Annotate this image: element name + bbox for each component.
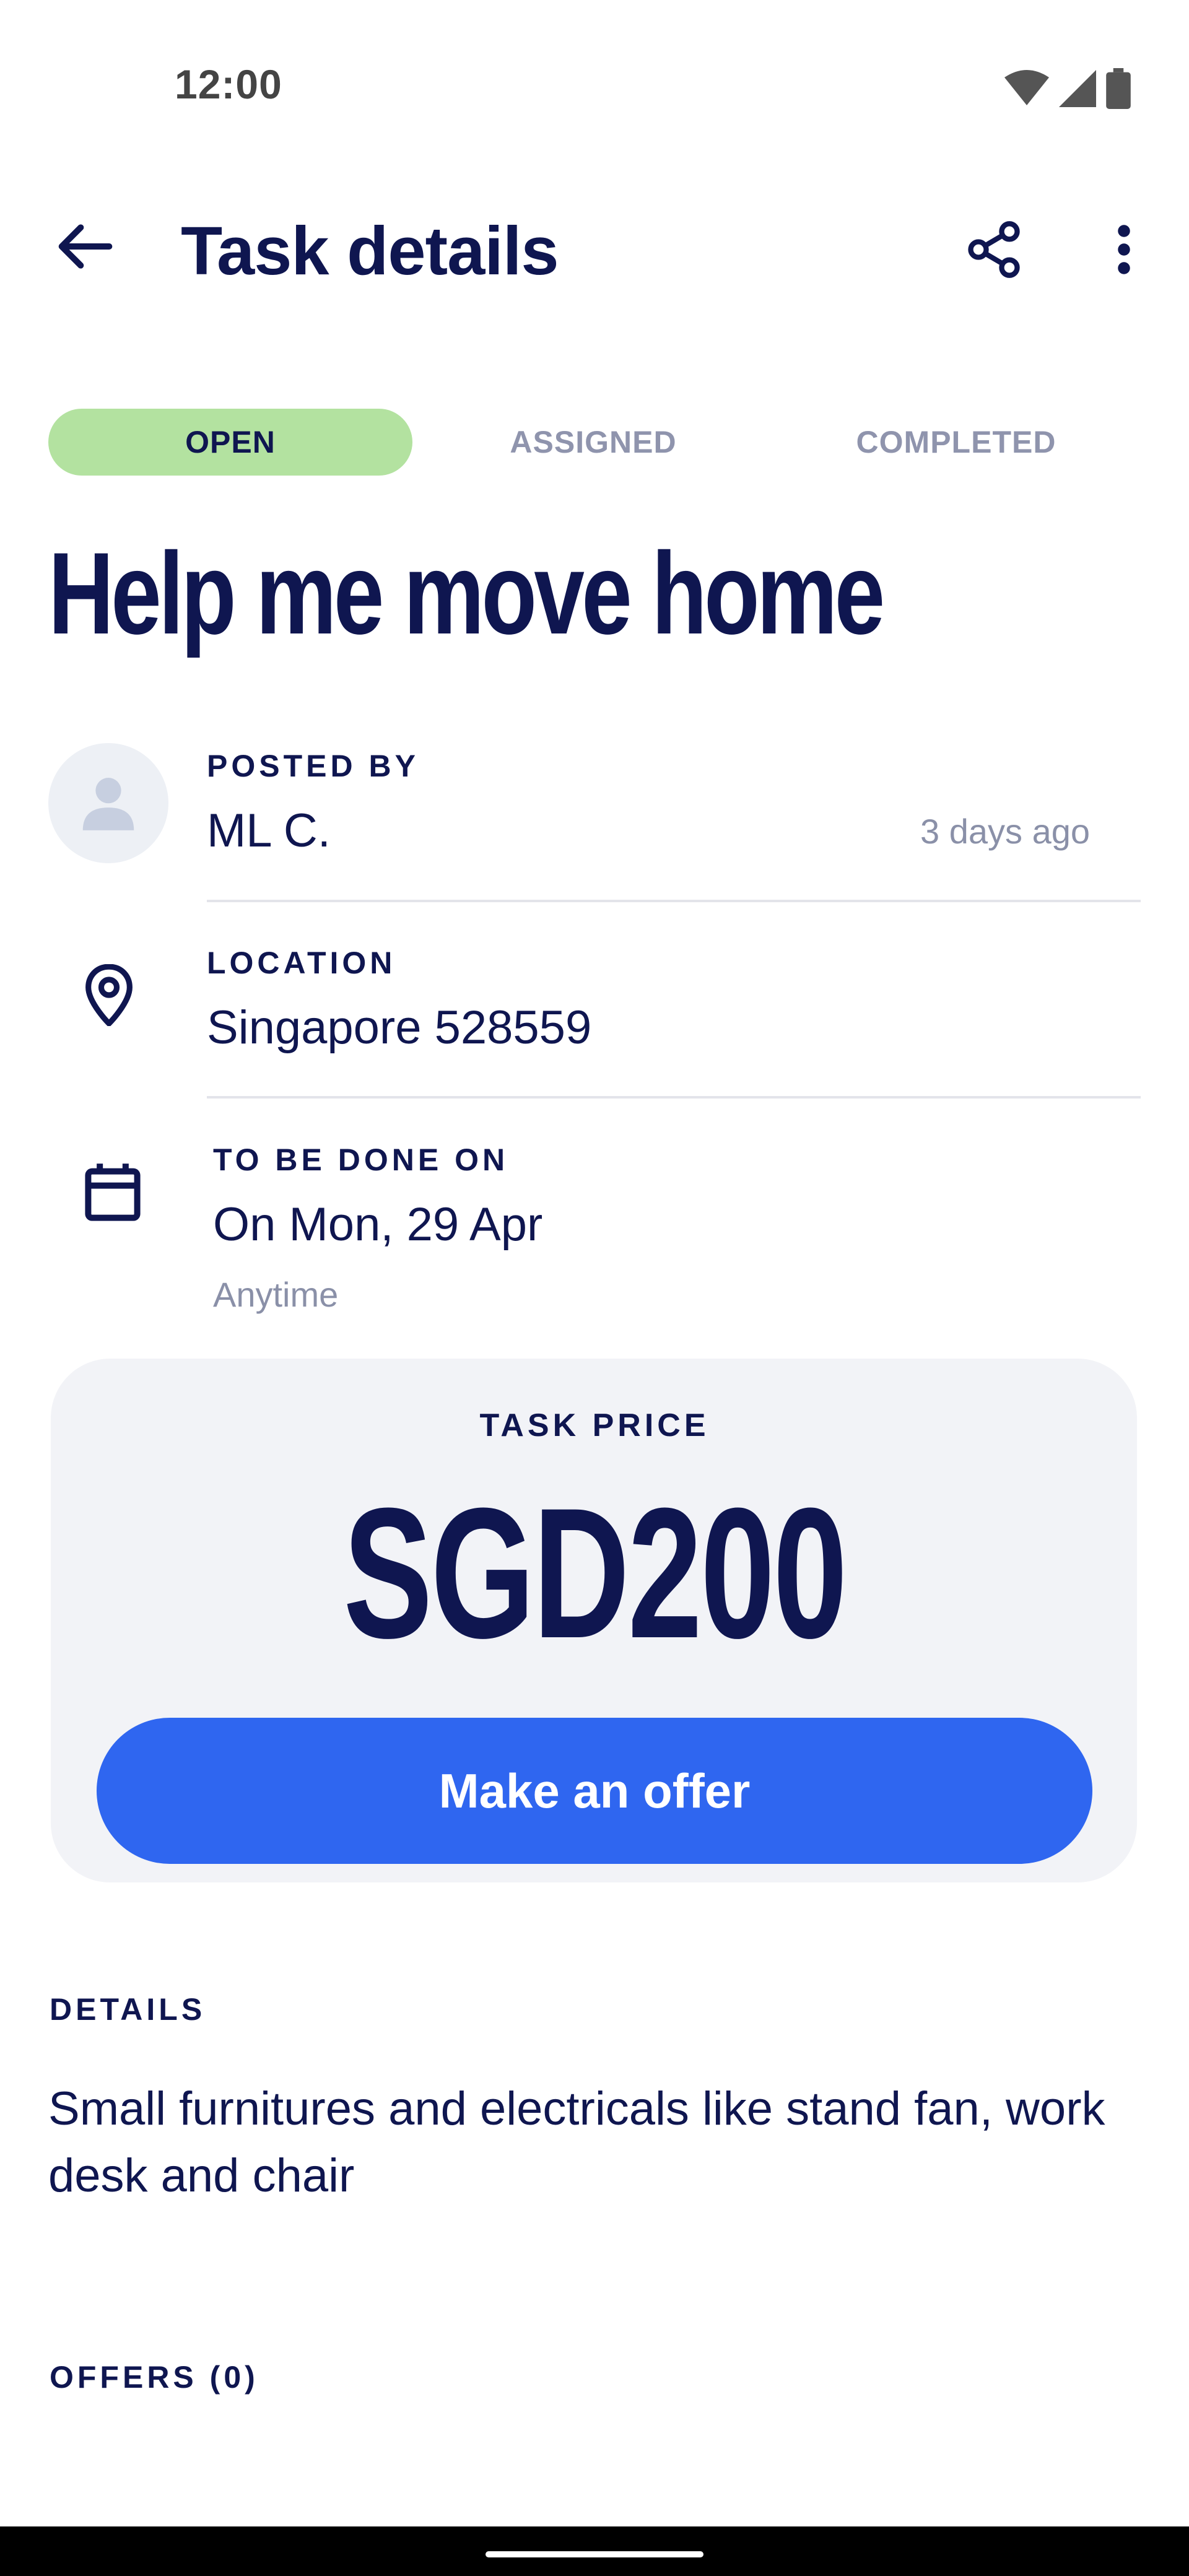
location-value: Singapore 528559 — [207, 1001, 592, 1054]
tab-completed[interactable]: COMPLETED — [774, 409, 1138, 476]
task-title: Help me move home — [48, 528, 885, 658]
posted-by-label: POSTED BY — [207, 749, 419, 783]
location-label: LOCATION — [207, 946, 396, 980]
avatar[interactable] — [48, 743, 168, 863]
divider — [207, 1096, 1141, 1099]
tab-assigned[interactable]: ASSIGNED — [411, 409, 775, 476]
poster-name[interactable]: ML C. — [207, 804, 331, 858]
more-vertical-icon — [1115, 222, 1133, 281]
make-offer-button[interactable]: Make an offer — [97, 1718, 1092, 1864]
more-options-button[interactable] — [1084, 211, 1164, 291]
details-text: Small furnitures and electricals like st… — [48, 2082, 1105, 2202]
time-value: Anytime — [213, 1275, 339, 1314]
back-button[interactable] — [48, 211, 123, 285]
date-value: On Mon, 29 Apr — [213, 1198, 543, 1251]
posted-time: 3 days ago — [920, 812, 1090, 851]
status-icons — [1004, 67, 1131, 112]
location-pin-icon — [73, 961, 145, 1029]
person-icon — [74, 768, 142, 839]
page-title: Task details — [181, 213, 559, 289]
calendar-icon — [77, 1158, 149, 1226]
signal-icon — [1059, 69, 1096, 110]
arrow-left-icon — [57, 222, 114, 274]
price-value: SGD200 — [343, 1469, 847, 1677]
price-label: TASK PRICE — [479, 1408, 710, 1443]
battery-icon — [1106, 67, 1131, 112]
share-icon — [963, 219, 1025, 284]
details-label: DETAILS — [50, 1992, 206, 2027]
share-button[interactable] — [954, 211, 1034, 291]
date-label: TO BE DONE ON — [213, 1142, 509, 1177]
wifi-icon — [1004, 69, 1049, 110]
status-time: 12:00 — [175, 61, 282, 107]
divider — [207, 900, 1141, 902]
offers-label: OFFERS (0) — [50, 2360, 259, 2395]
home-handle[interactable] — [486, 2551, 703, 2557]
tab-open[interactable]: OPEN — [48, 409, 412, 476]
